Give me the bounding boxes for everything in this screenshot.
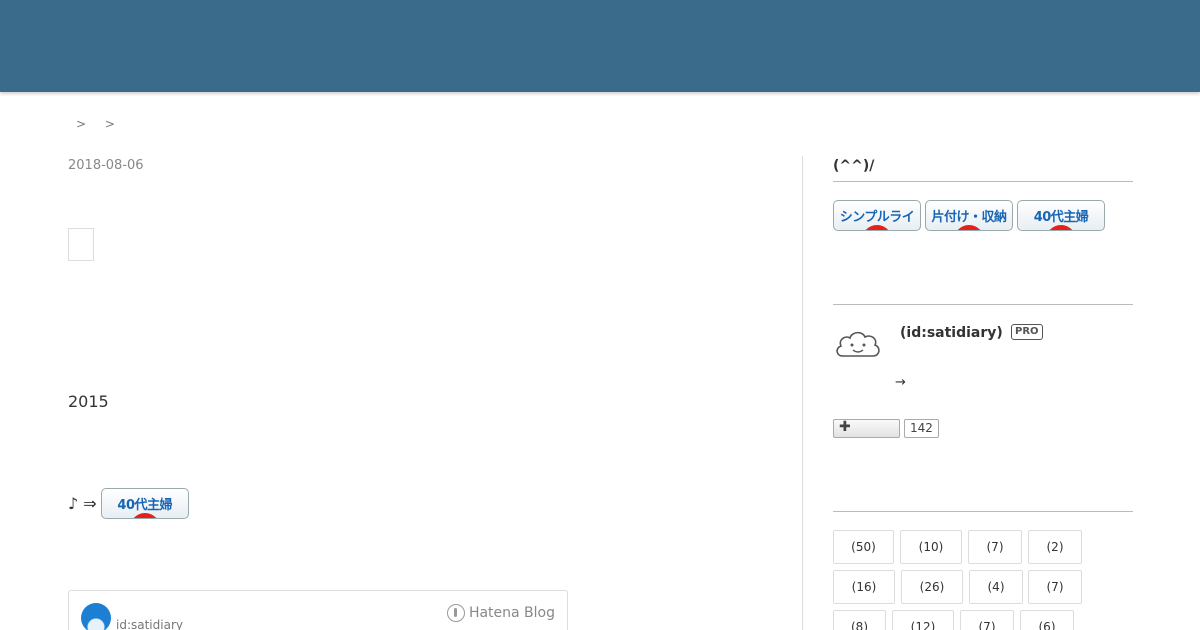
ranking-banner-label: 40代主婦 (117, 498, 172, 513)
ranking-banner-40s-housewife[interactable]: 40代主婦 (100, 488, 189, 519)
category-item[interactable]: (2) (1028, 530, 1082, 564)
ranking-banner-40s-housewife[interactable]: 40代主婦 (1017, 200, 1105, 231)
article-ranking-line: ♪ ⇒ 40代主婦 (68, 488, 189, 519)
ranking-banner-dot (1046, 225, 1076, 230)
ranking-banner-dot (954, 225, 984, 230)
profile-id[interactable]: (id:satidiary) (900, 325, 1003, 341)
follow-widget: ✚ 142 (833, 419, 939, 438)
ranking-banners: シンプルライフ 片付け・収納 40代主婦 (833, 200, 1105, 231)
sidebar-heading: (^^)/ (833, 158, 875, 174)
ranking-banner-simple-life[interactable]: シンプルライフ (833, 200, 921, 231)
ranking-banner-dot (129, 513, 160, 518)
category-item[interactable]: (26) (901, 570, 963, 604)
article-image (68, 228, 94, 261)
category-item[interactable]: (8) (833, 610, 886, 630)
follower-count: 142 (904, 419, 939, 438)
article-date[interactable]: 2018-08-06 (68, 158, 144, 173)
plus-icon: ✚ (839, 419, 851, 435)
sidebar-divider (833, 181, 1133, 182)
profile-arrow[interactable]: → (895, 375, 906, 390)
category-item[interactable]: (7) (968, 530, 1022, 564)
pro-badge: PRO (1011, 324, 1043, 340)
breadcrumb-separator: > (76, 117, 87, 131)
category-item[interactable]: (50) (833, 530, 894, 564)
breadcrumb: > > (76, 117, 130, 131)
author-avatar (81, 603, 111, 630)
ranking-banner-label: 40代主婦 (1033, 210, 1089, 225)
sidebar-divider (833, 511, 1133, 512)
article-line-text: ♪ ⇒ (68, 494, 97, 513)
author-id[interactable]: id:satidiary (116, 618, 183, 630)
sidebar-divider (833, 304, 1133, 305)
hatena-blog-icon (446, 604, 465, 622)
category-item[interactable]: (7) (1028, 570, 1082, 604)
author-card[interactable]: id:satidiary Hatena Blog (68, 590, 568, 630)
follow-button[interactable]: ✚ (833, 419, 900, 438)
breadcrumb-separator: > (104, 117, 115, 131)
hatena-blog-text: Hatena Blog (468, 605, 555, 621)
category-item[interactable]: (12) (892, 610, 954, 630)
category-item[interactable]: (4) (969, 570, 1023, 604)
cloud-face-icon[interactable] (833, 327, 883, 361)
site-header (0, 0, 1200, 92)
ranking-banner-tidying[interactable]: 片付け・収納 (925, 200, 1013, 231)
ranking-banner-label: 片付け・収納 (931, 210, 1007, 225)
category-item[interactable]: (10) (900, 530, 962, 564)
category-item[interactable]: (7) (960, 610, 1014, 630)
category-item[interactable]: (16) (833, 570, 895, 604)
category-item[interactable]: (6) (1020, 610, 1074, 630)
article-year-text: 2015 (68, 392, 109, 411)
hatena-blog-logo[interactable]: Hatena Blog (446, 604, 555, 622)
column-divider (802, 156, 803, 630)
